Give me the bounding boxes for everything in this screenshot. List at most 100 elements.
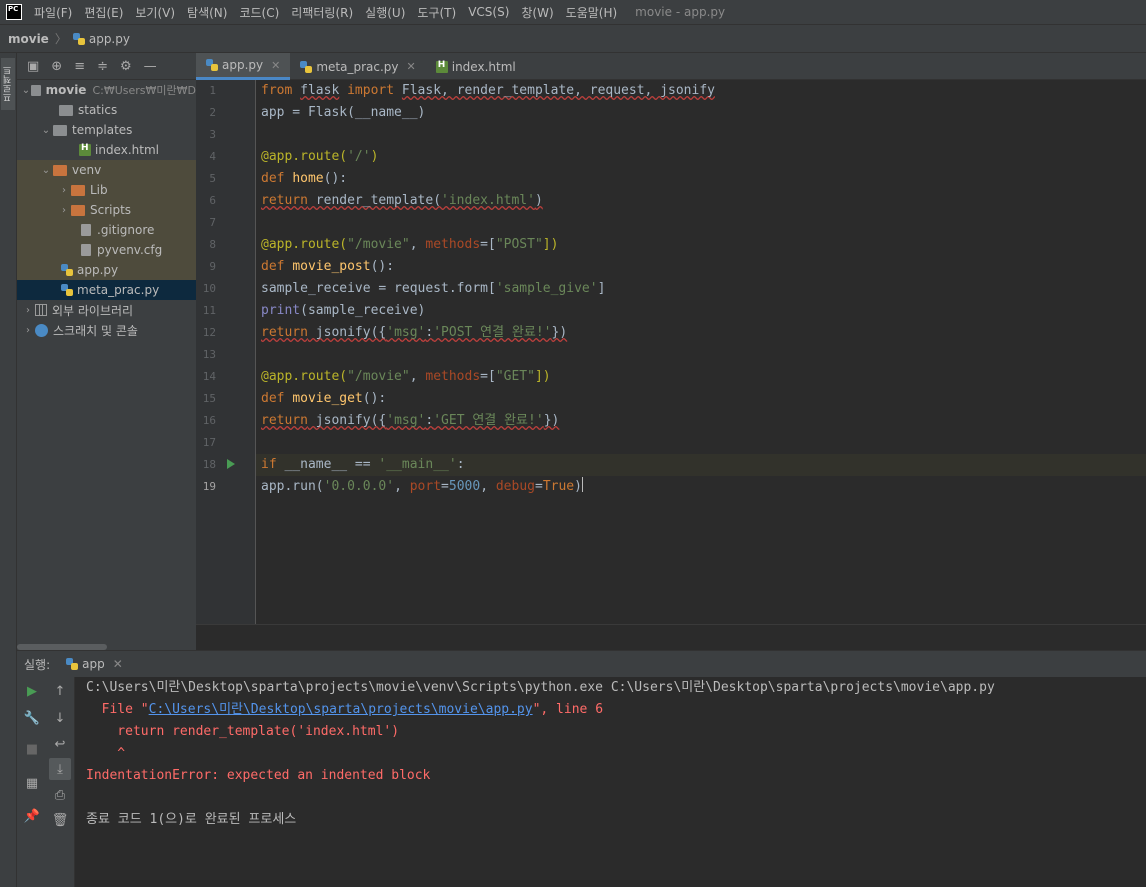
layout-icon[interactable]: ▦ — [21, 772, 43, 794]
tree-item-gitignore[interactable]: .gitignore — [17, 220, 196, 240]
line-number: 11 — [202, 304, 216, 317]
menu-code[interactable]: 코드(C) — [239, 4, 279, 21]
editor-gutter[interactable]: 1 2 3 4 5 6 7 8 9 10 11 12 13 14 15 16 1… — [196, 80, 256, 624]
tab-label: app.py — [222, 58, 264, 72]
line-number: 14 — [202, 370, 216, 383]
tree-item-label: pyvenv.cfg — [97, 243, 163, 257]
html-file-icon — [79, 143, 91, 156]
code-editor[interactable]: from flask import Flask, render_template… — [256, 80, 1146, 624]
run-tab-app[interactable]: app ✕ — [66, 657, 123, 671]
code-line: @app.route("/movie", methods=["POST"]) — [261, 237, 559, 252]
python-file-icon — [72, 32, 85, 45]
breadcrumb-file[interactable]: app.py — [89, 32, 130, 46]
tree-item-movie[interactable]: ⌄ movie C:₩Users₩미란₩D — [17, 80, 196, 100]
tree-item-scripts[interactable]: › Scripts — [17, 200, 196, 220]
expand-all-icon[interactable]: ≡ — [74, 59, 85, 74]
window-title: movie - app.py — [635, 5, 726, 19]
tree-item-index-html[interactable]: index.html — [17, 140, 196, 160]
run-toolbar: ▶ 🔧 ■ ▦ 📌 ↑ ↓ ↩ ⤓ ⎙ 🗑 — [17, 677, 75, 887]
console-error-line: IndentationError: expected an indented b… — [86, 768, 431, 783]
close-icon[interactable]: ✕ — [113, 657, 123, 671]
code-line: @app.route('/') — [261, 149, 379, 164]
chevron-down-icon[interactable]: ⌄ — [39, 165, 53, 176]
soft-wrap-icon[interactable]: ↩ — [49, 733, 71, 755]
menu-refactor[interactable]: 리팩터링(R) — [291, 4, 353, 21]
trash-icon[interactable]: 🗑 — [49, 809, 71, 831]
line-number: 6 — [209, 194, 216, 207]
tree-item-lib[interactable]: › Lib — [17, 180, 196, 200]
collapse-all-icon[interactable]: ≑ — [97, 59, 108, 74]
line-number: 4 — [209, 150, 216, 163]
tree-item-meta-prac[interactable]: meta_prac.py — [17, 280, 196, 300]
chevron-down-icon[interactable]: ⌄ — [21, 85, 31, 96]
line-number: 16 — [202, 414, 216, 427]
breadcrumb-project[interactable]: movie — [8, 32, 49, 46]
tree-item-label: 스크래치 및 콘솔 — [53, 323, 138, 338]
hide-panel-icon[interactable]: — — [144, 59, 157, 74]
code-line: app = Flask(__name__) — [261, 105, 426, 120]
tree-item-path: C:₩Users₩미란₩D — [92, 84, 196, 97]
editor-tabs: app.py ✕ meta_prac.py ✕ index.html — [196, 53, 1146, 80]
project-tool-tab[interactable]: 프로젝트 — [1, 58, 15, 110]
code-line: from flask import Flask, render_template… — [261, 83, 715, 98]
line-number: 13 — [202, 348, 216, 361]
tree-item-app-py[interactable]: app.py — [17, 260, 196, 280]
code-line: def home(): — [261, 171, 348, 186]
chevron-right-icon[interactable]: › — [21, 305, 35, 316]
python-file-icon — [300, 60, 313, 73]
menu-navigate[interactable]: 탐색(N) — [187, 4, 227, 21]
gear-icon[interactable]: ⚙ — [120, 59, 132, 74]
arrow-down-icon[interactable]: ↓ — [49, 707, 71, 729]
close-icon[interactable]: ✕ — [407, 60, 416, 73]
traceback-file-link[interactable]: C:\Users\미란\Desktop\sparta\projects\movi… — [149, 702, 533, 717]
chevron-right-icon[interactable]: › — [57, 205, 71, 216]
menu-view[interactable]: 보기(V) — [135, 4, 175, 21]
rerun-icon[interactable]: ▶ — [21, 680, 43, 702]
line-number: 3 — [209, 128, 216, 141]
tree-item-scratches[interactable]: › 스크래치 및 콘솔 — [17, 320, 196, 340]
tree-item-label: meta_prac.py — [77, 283, 160, 297]
code-line: app.run('0.0.0.0', port=5000, debug=True… — [261, 477, 583, 494]
scroll-to-end-icon[interactable]: ⤓ — [49, 758, 71, 780]
code-line: def movie_get(): — [261, 391, 387, 406]
menu-file[interactable]: 파일(F) — [34, 4, 72, 21]
menu-run[interactable]: 실행(U) — [365, 4, 405, 21]
arrow-up-icon[interactable]: ↑ — [49, 680, 71, 702]
tree-item-label: Scripts — [90, 203, 132, 217]
menu-window[interactable]: 창(W) — [521, 4, 553, 21]
code-line: return render_template('index.html') — [261, 193, 543, 208]
locate-file-icon[interactable]: ⊕ — [51, 59, 62, 74]
chevron-down-icon[interactable]: ⌄ — [39, 125, 53, 136]
wrench-icon[interactable]: 🔧 — [21, 707, 43, 729]
print-icon[interactable]: ⎙ — [49, 784, 71, 806]
tree-item-statics[interactable]: statics — [17, 100, 196, 120]
tab-app-py[interactable]: app.py ✕ — [196, 53, 291, 80]
run-gutter-icon[interactable] — [227, 459, 235, 469]
breadcrumb-chevron-icon: 〉 — [54, 32, 67, 46]
console-output[interactable]: C:\Users\미란\Desktop\sparta\projects\movi… — [75, 677, 1146, 887]
menu-help[interactable]: 도움말(H) — [566, 4, 618, 21]
folder-icon — [59, 104, 73, 116]
menu-edit[interactable]: 편집(E) — [84, 4, 123, 21]
chevron-right-icon[interactable]: › — [57, 185, 71, 196]
pin-icon[interactable]: 📌 — [21, 805, 43, 827]
close-icon[interactable]: ✕ — [271, 59, 280, 72]
tab-meta-prac[interactable]: meta_prac.py ✕ — [290, 53, 425, 80]
tree-item-label: templates — [72, 123, 133, 137]
stop-icon[interactable]: ■ — [21, 738, 43, 760]
menu-bar: PC 파일(F) 편집(E) 보기(V) 탐색(N) 코드(C) 리팩터링(R)… — [0, 0, 1146, 24]
menu-vcs[interactable]: VCS(S) — [468, 5, 509, 19]
project-view-icon[interactable]: ▣ — [27, 59, 39, 74]
folder-icon — [71, 204, 85, 216]
code-line: print(sample_receive) — [261, 303, 426, 318]
menu-tools[interactable]: 도구(T) — [417, 4, 456, 21]
chevron-right-icon[interactable]: › — [21, 325, 35, 336]
tree-item-templates[interactable]: ⌄ templates — [17, 120, 196, 140]
code-line: return jsonify({'msg':'POST 연결 완료!'}) — [261, 325, 568, 340]
tree-item-label: statics — [78, 103, 118, 117]
tab-index-html[interactable]: index.html — [426, 53, 526, 80]
tree-item-pyvenv[interactable]: pyvenv.cfg — [17, 240, 196, 260]
tree-item-venv[interactable]: ⌄ venv — [17, 160, 196, 180]
tree-item-external-libs[interactable]: › 외부 라이브러리 — [17, 300, 196, 320]
text-caret — [581, 477, 583, 492]
